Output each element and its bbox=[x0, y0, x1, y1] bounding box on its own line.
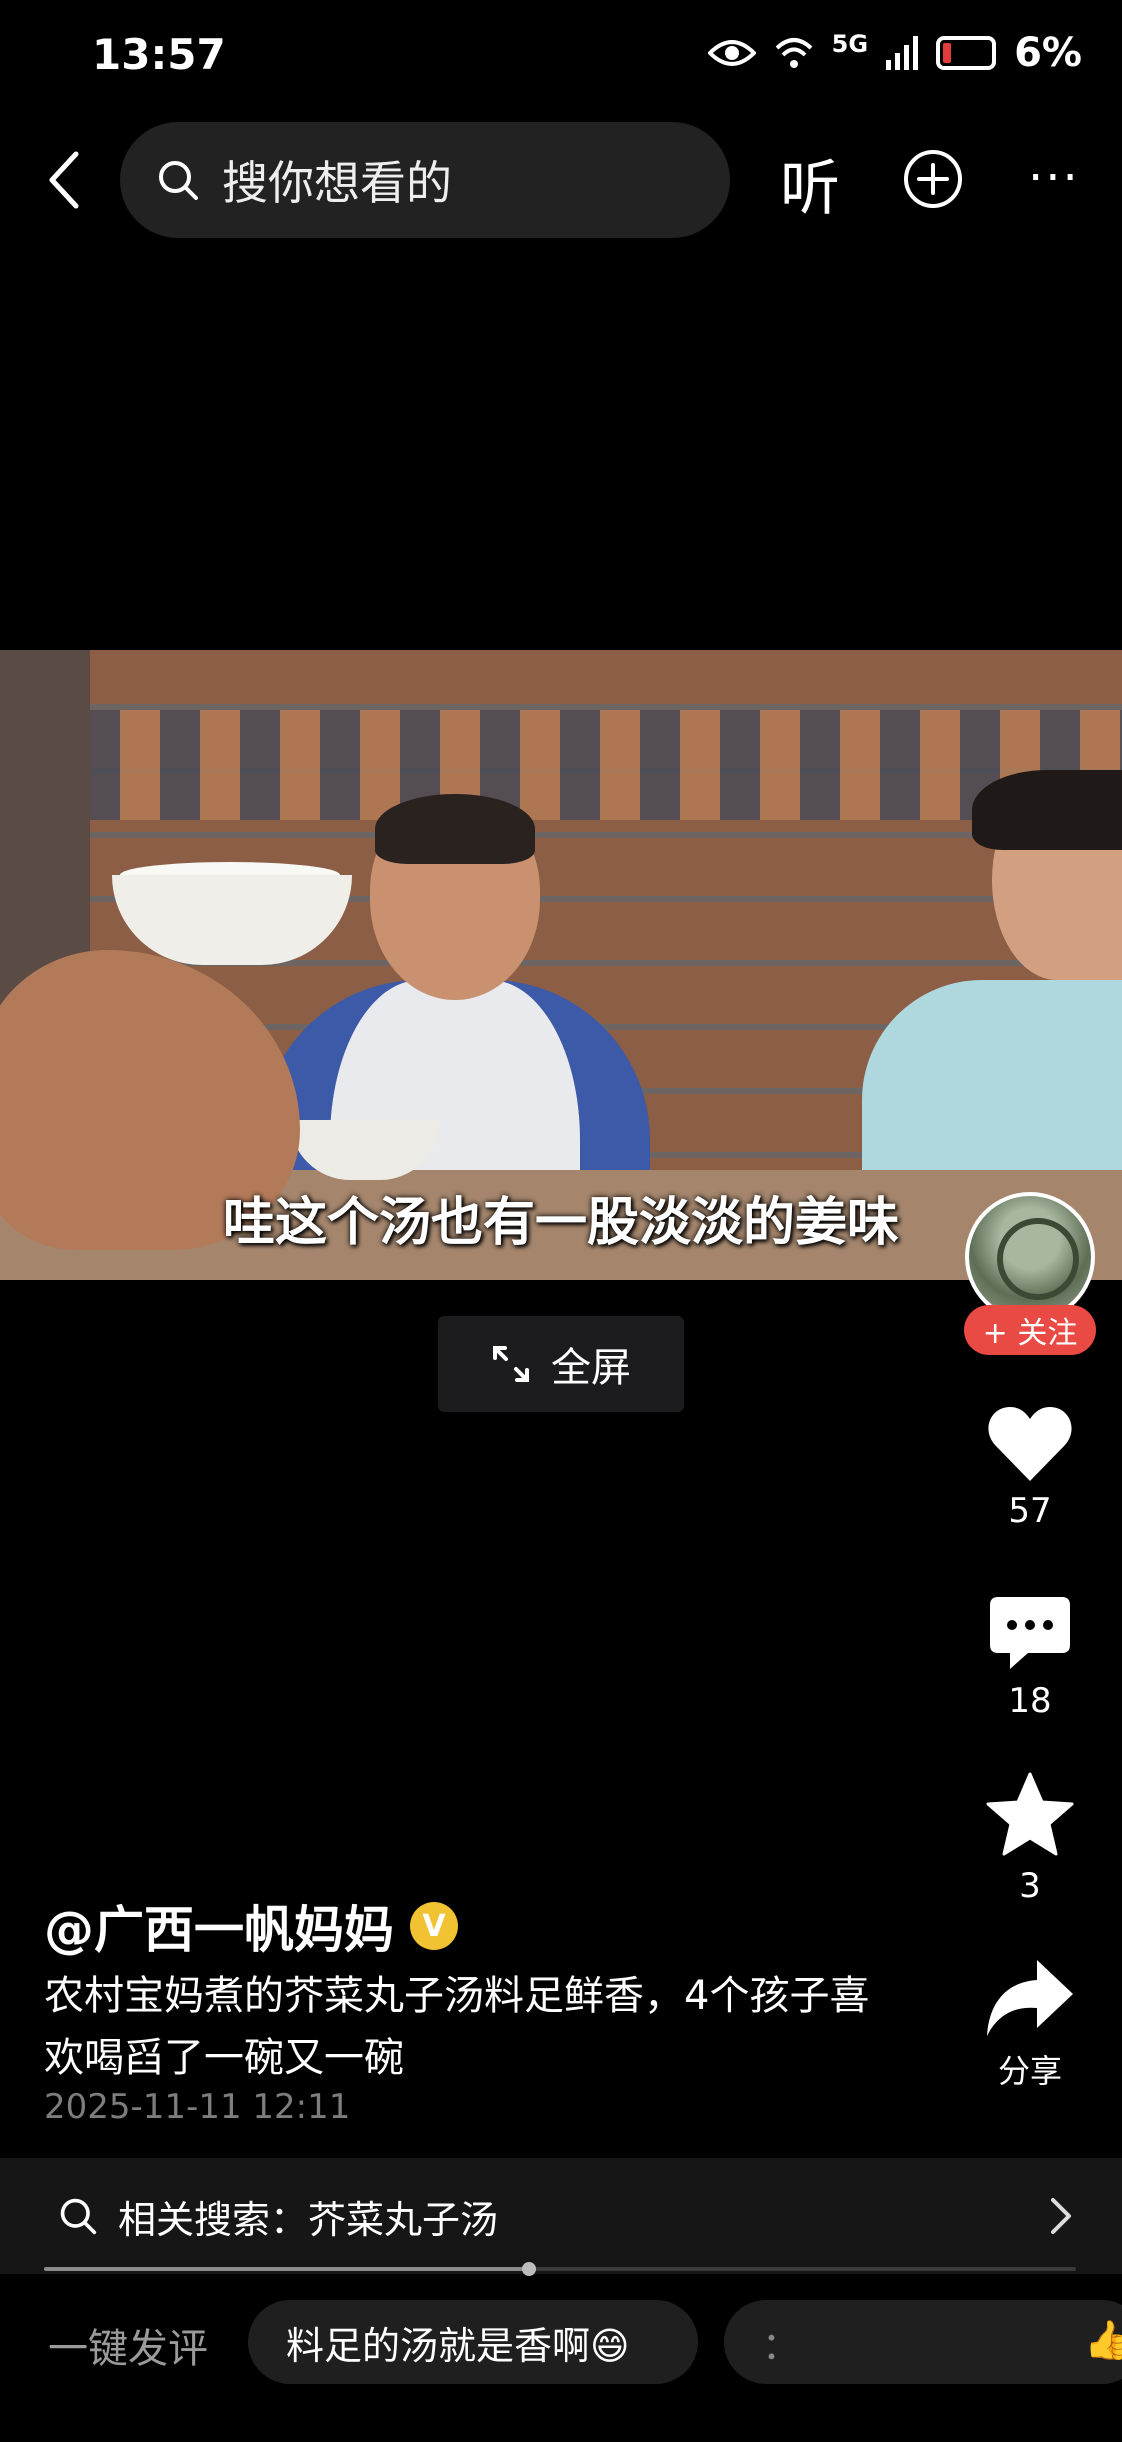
like-button[interactable]: 57 bbox=[965, 1405, 1095, 1531]
fullscreen-label: 全屏 bbox=[551, 1345, 631, 1391]
signal-icon bbox=[886, 36, 919, 70]
favorite-count: 3 bbox=[1019, 1866, 1041, 1906]
author-name[interactable]: @广西一帆妈妈 bbox=[44, 1890, 394, 1962]
chevron-right-icon bbox=[1051, 2198, 1071, 2234]
more-button[interactable]: ··· bbox=[1028, 150, 1080, 206]
like-count: 57 bbox=[1008, 1491, 1052, 1531]
plus-circle-icon bbox=[904, 150, 962, 208]
related-search-bar[interactable]: 相关搜索：芥菜丸子汤 bbox=[0, 2158, 1122, 2274]
share-button[interactable]: 分享 bbox=[965, 1958, 1095, 2092]
status-time: 13:57 bbox=[92, 30, 226, 79]
share-label: 分享 bbox=[997, 2052, 1062, 2090]
author-name-row[interactable]: @广西一帆妈妈 V bbox=[44, 1890, 458, 1962]
favorite-button[interactable]: 3 bbox=[965, 1772, 1095, 1906]
post-caption: 农村宝妈煮的芥菜丸子汤料足鲜香，4个孩子喜欢喝舀了一碗又一碗 bbox=[44, 1973, 870, 2081]
search-placeholder: 搜你想看的 bbox=[222, 156, 452, 210]
search-icon bbox=[60, 2198, 97, 2235]
comment-count: 18 bbox=[1008, 1681, 1052, 1721]
video-progress-fill bbox=[44, 2267, 530, 2271]
status-icons: 5G 6% bbox=[707, 30, 1082, 76]
search-icon bbox=[159, 161, 198, 200]
verified-badge: V bbox=[410, 1902, 458, 1950]
star-icon bbox=[986, 1772, 1074, 1856]
wifi-icon bbox=[775, 38, 813, 68]
quick-comment-chip[interactable]: 料足的汤就是香啊😄 bbox=[248, 2300, 698, 2384]
eye-icon bbox=[707, 40, 756, 66]
network-label: 5G bbox=[831, 30, 869, 58]
comment-button[interactable]: 18 bbox=[965, 1595, 1095, 1721]
fullscreen-button[interactable]: 全屏 bbox=[438, 1316, 684, 1412]
comment-icon bbox=[990, 1597, 1070, 1669]
search-bar[interactable]: 搜你想看的 bbox=[120, 122, 730, 238]
post-date: 2025-11-11 12:11 bbox=[44, 2087, 351, 2127]
chevron-left-icon bbox=[49, 151, 79, 209]
quick-comment-chip[interactable]: ： bbox=[724, 2300, 1122, 2384]
quick-comment-chip[interactable]: 👍 bbox=[1084, 2318, 1122, 2363]
expand-icon bbox=[493, 1346, 529, 1382]
listen-button[interactable]: 听 bbox=[780, 140, 840, 227]
video-progress-bar[interactable] bbox=[44, 2262, 1076, 2276]
add-button[interactable] bbox=[902, 148, 964, 214]
author-avatar[interactable] bbox=[965, 1192, 1095, 1322]
heart-icon bbox=[988, 1407, 1072, 1481]
share-icon bbox=[987, 1960, 1073, 2036]
quick-comment-label: 一键发评 bbox=[48, 2326, 208, 2372]
video-progress-knob[interactable] bbox=[522, 2262, 537, 2276]
follow-button[interactable]: + 关注 bbox=[964, 1305, 1096, 1355]
related-search-label: 相关搜索：芥菜丸子汤 bbox=[118, 2197, 499, 2242]
video-girl bbox=[862, 770, 1122, 1220]
battery-icon bbox=[936, 36, 997, 70]
back-button[interactable] bbox=[28, 140, 98, 220]
battery-percent: 6% bbox=[1014, 30, 1082, 76]
video-subtitle: 哇这个汤也有一股淡淡的姜味 bbox=[222, 1193, 899, 1253]
